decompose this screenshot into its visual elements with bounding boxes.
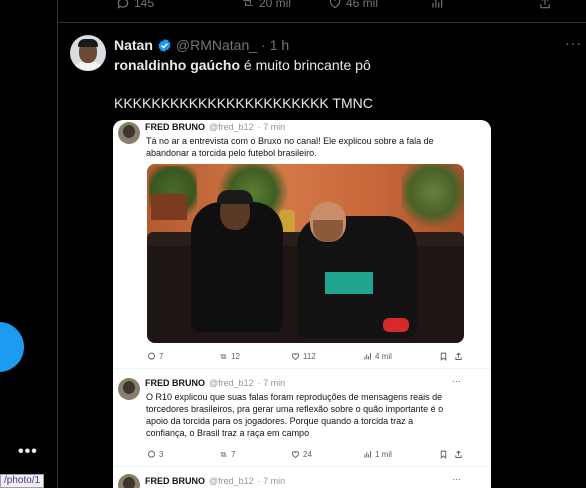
post-button[interactable] <box>0 322 24 372</box>
reply-icon <box>148 450 155 458</box>
tweet-text-rest: é muito brincante pô <box>240 57 371 73</box>
heart-icon <box>329 0 341 9</box>
bar-chart-icon <box>364 353 371 360</box>
embedded-avatar <box>118 474 140 488</box>
bookmark-icon <box>440 352 447 361</box>
reply-icon <box>148 352 155 360</box>
reply-button[interactable]: 145 <box>116 0 154 10</box>
embedded-author-name: FRED BRUNO <box>145 122 205 132</box>
embedded-author-name: FRED BRUNO <box>145 476 205 486</box>
embedded-bookmark <box>439 450 448 459</box>
embedded-text-line: torcedores brasileiros, pra gerar uma re… <box>146 404 444 414</box>
retweet-icon <box>243 0 253 6</box>
share-icon <box>455 352 462 360</box>
column-divider <box>57 0 58 488</box>
display-name[interactable]: Natan <box>114 37 153 53</box>
embedded-author-name: FRED BRUNO <box>145 378 205 388</box>
share-button[interactable] <box>538 0 552 10</box>
embedded-post-header: FRED BRUNO @fred_b12 · 7 min <box>145 122 285 132</box>
embedded-share <box>454 450 463 459</box>
reply-count: 145 <box>134 0 155 10</box>
embedded-views: 4 mil <box>363 352 392 361</box>
embedded-photo <box>147 164 464 343</box>
tweet-media-image[interactable]: FRED BRUNO @fred_b12 · 7 min Tá no ar a … <box>113 120 491 488</box>
avatar[interactable] <box>70 35 106 71</box>
embedded-divider <box>113 466 491 467</box>
views-button[interactable] <box>430 0 444 10</box>
embedded-handle: @fred_b12 <box>209 476 254 486</box>
bar-chart-icon <box>364 451 371 458</box>
embedded-actions: 7 12 112 4 mil <box>113 352 491 364</box>
embedded-share <box>454 352 463 361</box>
like-count: 46 mil <box>346 0 379 10</box>
embedded-avatar <box>118 378 140 400</box>
embedded-post-header: FRED BRUNO @fred_b12 · 7 min <box>145 378 285 388</box>
embedded-retweet: 7 <box>219 450 235 459</box>
retweet-icon <box>220 452 227 457</box>
retweet-icon <box>220 354 227 359</box>
handle[interactable]: @RMNatan_ <box>176 37 257 53</box>
embedded-like: 24 <box>291 450 312 459</box>
embedded-retweet: 12 <box>219 352 240 361</box>
heart-icon <box>292 353 299 361</box>
embedded-more-icon: ··· <box>452 474 461 484</box>
embedded-text-line: abandonar a torcida pelo futebol brasile… <box>146 148 317 158</box>
bookmark-icon <box>440 450 447 459</box>
left-nav-rail: ••• /photo/1 <box>0 0 57 488</box>
share-icon <box>455 450 462 458</box>
embedded-post-header: FRED BRUNO @fred_b12 · 7 min <box>145 476 285 486</box>
embedded-avatar <box>118 122 140 144</box>
embedded-retweet-count: 12 <box>231 352 240 361</box>
tweet-divider <box>58 22 586 23</box>
embedded-text-line: confiança, o Brasil traz a raça em campo <box>146 428 310 438</box>
embedded-text-line: apoio da torcida para os jogadores. Porq… <box>146 416 414 426</box>
embedded-like-count: 24 <box>303 450 312 459</box>
embedded-actions: 3 7 24 1 mil <box>113 450 491 462</box>
timestamp[interactable]: 1 h <box>270 37 289 53</box>
embedded-time: · 7 min <box>257 476 286 486</box>
reply-icon <box>117 0 129 9</box>
embedded-more-icon: ··· <box>452 376 461 386</box>
embedded-reply-count: 7 <box>159 352 164 361</box>
embedded-reply-count: 3 <box>159 450 164 459</box>
like-button[interactable]: 46 mil <box>328 0 378 10</box>
embedded-like: 112 <box>291 352 316 361</box>
embedded-handle: @fred_b12 <box>209 122 254 132</box>
embedded-views: 1 mil <box>363 450 392 459</box>
retweet-button[interactable]: 20 mil <box>241 0 291 10</box>
tweet-text-line2: KKKKKKKKKKKKKKKKKKKKKKK TMNC <box>114 95 373 111</box>
embedded-views-count: 1 mil <box>375 450 392 459</box>
tweet-more-icon[interactable]: ··· <box>565 35 582 51</box>
tweet-text-bold: ronaldinho gaúcho <box>114 57 240 73</box>
tweet-text: ronaldinho gaúcho é muito brincante pô <box>114 56 574 75</box>
embedded-text-line: Tá no ar a entrevista com o Bruxo no can… <box>146 136 434 146</box>
url-tooltip: /photo/1 <box>0 474 45 488</box>
heart-icon <box>292 451 299 459</box>
embedded-divider <box>113 368 491 369</box>
separator-dot: · <box>261 37 266 53</box>
embedded-reply: 7 <box>147 352 163 361</box>
bar-chart-icon <box>432 0 443 8</box>
previous-tweet-actions: 145 20 mil 46 mil <box>58 0 586 18</box>
embedded-handle: @fred_b12 <box>209 378 254 388</box>
share-icon <box>540 0 550 9</box>
tweet-header: Natan @RMNatan_ · 1 h <box>114 37 289 53</box>
embedded-reply: 3 <box>147 450 163 459</box>
embedded-time: · 7 min <box>257 122 286 132</box>
embedded-like-count: 112 <box>303 352 316 361</box>
embedded-retweet-count: 7 <box>231 450 236 459</box>
retweet-count: 20 mil <box>259 0 292 10</box>
embedded-bookmark <box>439 352 448 361</box>
embedded-time: · 7 min <box>257 378 286 388</box>
verified-badge-icon <box>158 38 171 52</box>
embedded-views-count: 4 mil <box>375 352 392 361</box>
embedded-text-line: O R10 explicou que suas falas foram repr… <box>146 392 443 402</box>
more-options-icon[interactable]: ••• <box>18 443 38 461</box>
